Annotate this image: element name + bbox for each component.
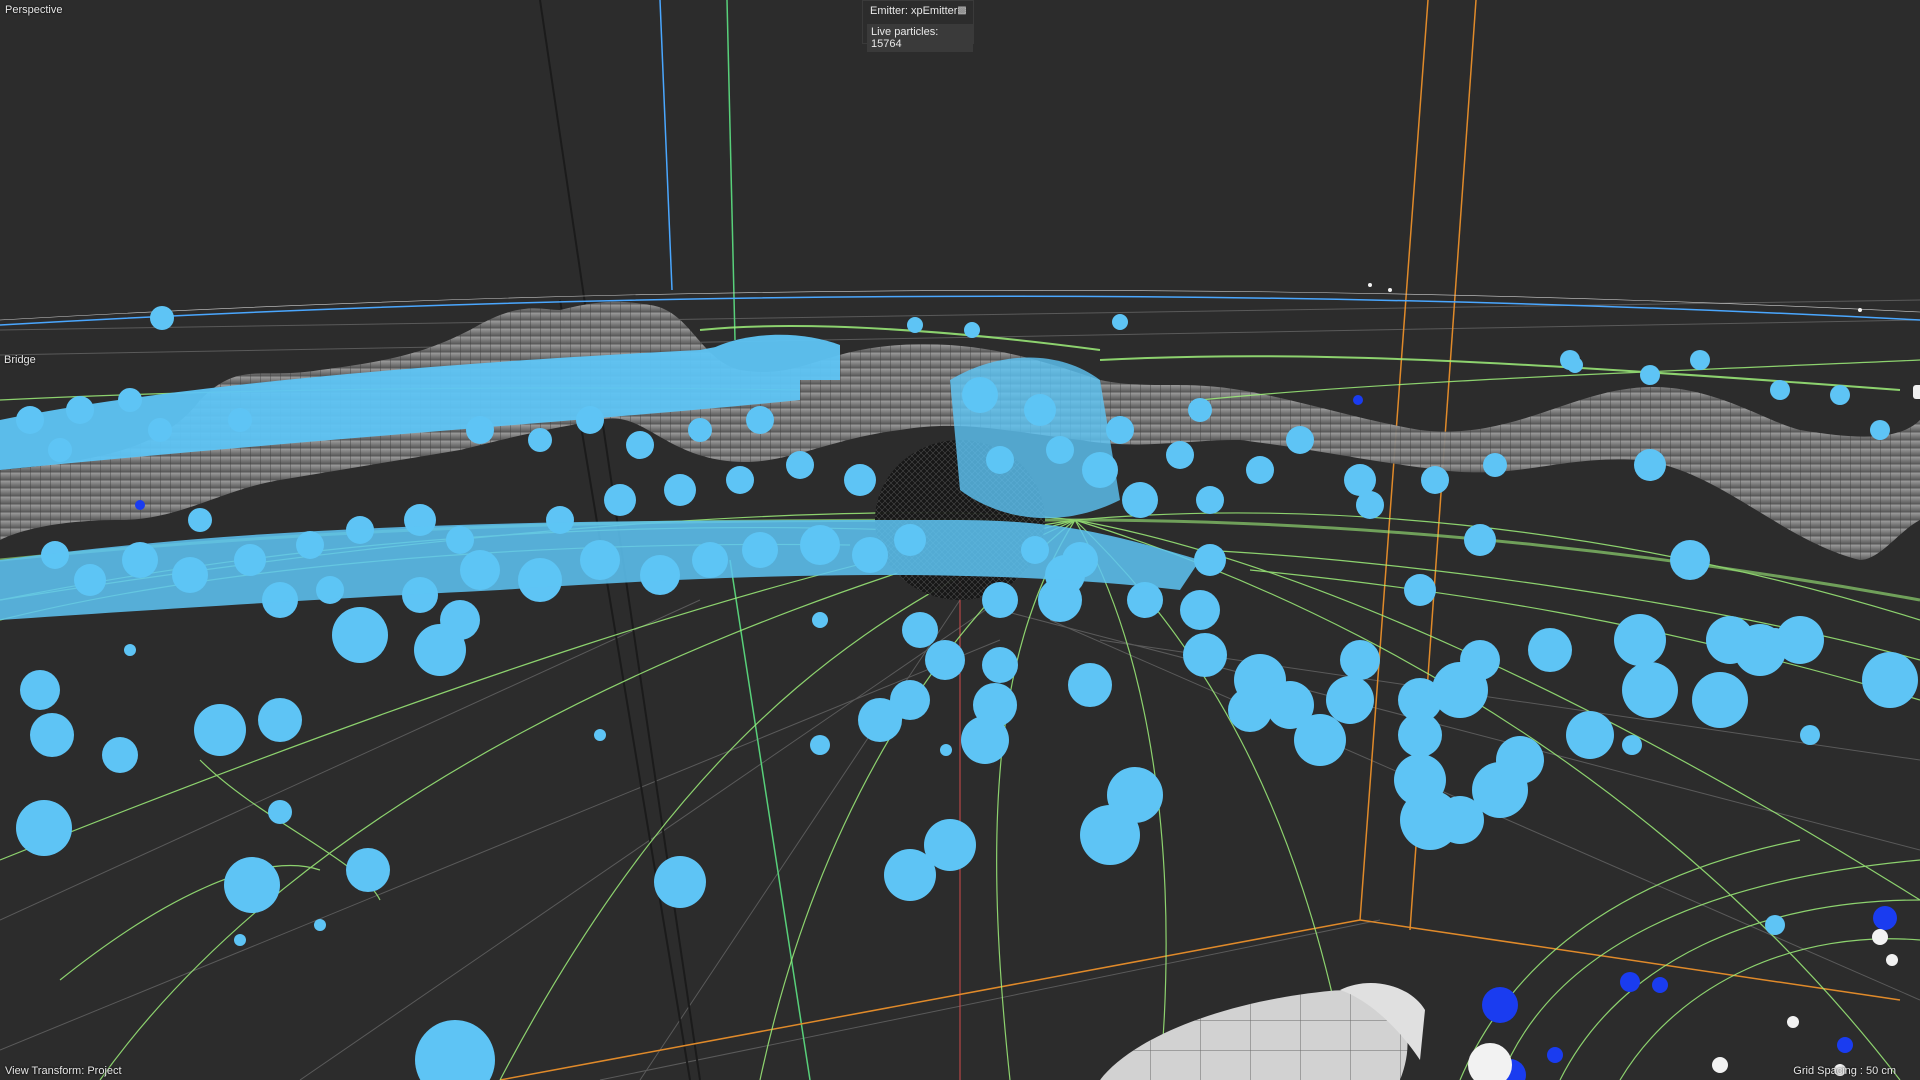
grid-spacing-label: Grid Spacing : 50 cm [1793,1065,1896,1077]
particle-scene[interactable] [0,0,1920,1080]
emitter-name: Emitter: xpEmitter [870,5,958,17]
object-name-label: Bridge [4,354,36,366]
live-particles-count: Live particles: 15764 [867,24,973,52]
view-name-label[interactable]: Perspective [5,4,62,16]
viewport-handle[interactable] [1913,385,1920,399]
camera-icon[interactable]: ▩ [955,5,969,17]
view-transform-label: View Transform: Project [5,1065,122,1077]
emitter-row: Emitter: xpEmitter ▩ [867,5,969,19]
3d-viewport[interactable]: Perspective Bridge View Transform: Proje… [0,0,1920,1080]
foreground-mesh [1100,989,1408,1080]
emitter-info-panel: Emitter: xpEmitter ▩ Live particles: 157… [862,0,974,52]
